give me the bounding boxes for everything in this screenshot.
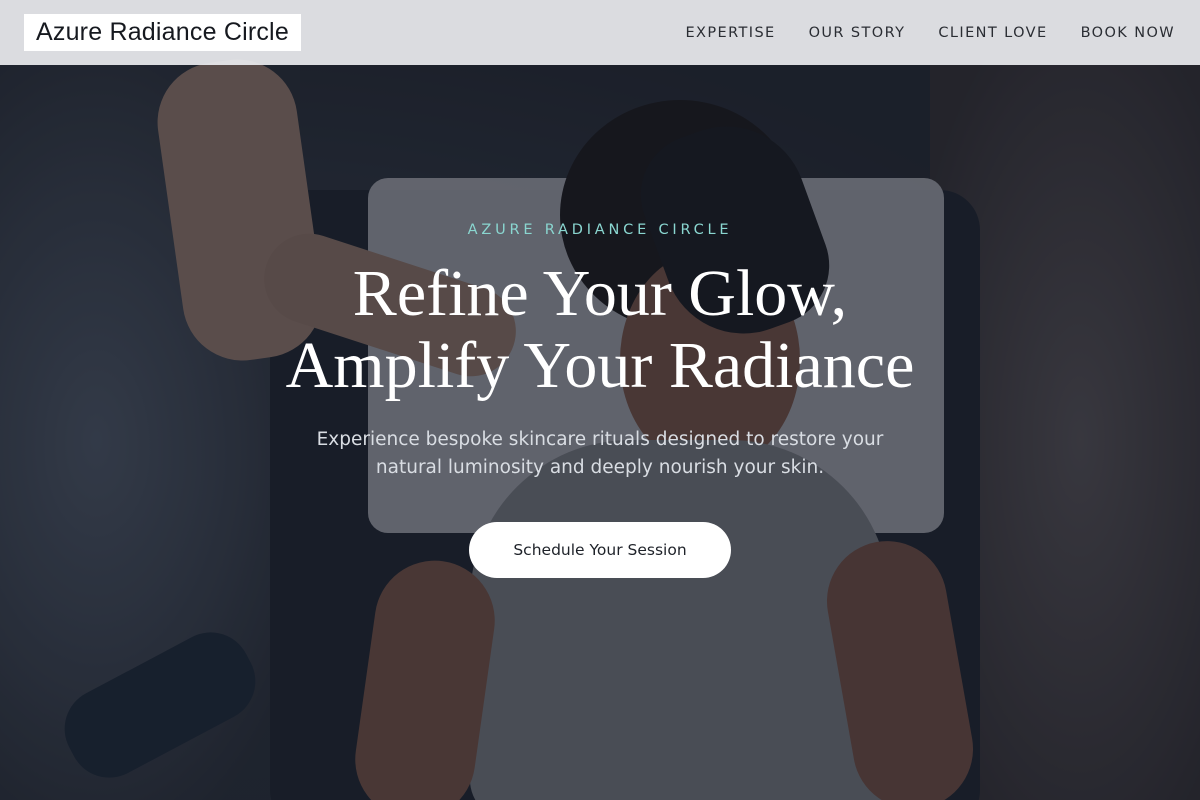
main-nav: EXPERTISE OUR STORY CLIENT LOVE BOOK NOW <box>685 25 1175 41</box>
subtext-line-1: Experience bespoke skincare rituals desi… <box>316 429 884 450</box>
nav-link-book-now[interactable]: BOOK NOW <box>1081 25 1175 41</box>
site-header: Azure Radiance Circle EXPERTISE OUR STOR… <box>0 0 1200 65</box>
nav-link-our-story[interactable]: OUR STORY <box>809 25 906 41</box>
headline-line-1: Refine Your Glow, <box>352 257 848 330</box>
headline-line-2: Amplify Your Radiance <box>285 329 915 402</box>
subtext-line-2: natural luminosity and deeply nourish yo… <box>375 457 825 478</box>
hero-eyebrow: AZURE RADIANCE CIRCLE <box>467 222 733 238</box>
schedule-session-button[interactable]: Schedule Your Session <box>469 522 731 578</box>
hero-section: AZURE RADIANCE CIRCLE Refine Your Glow, … <box>0 0 1200 800</box>
nav-link-expertise[interactable]: EXPERTISE <box>685 25 775 41</box>
nav-link-client-love[interactable]: CLIENT LOVE <box>938 25 1047 41</box>
hero-subtext: Experience bespoke skincare rituals desi… <box>300 426 900 482</box>
hero-headline: Refine Your Glow, Amplify Your Radiance <box>0 258 1200 402</box>
site-logo[interactable]: Azure Radiance Circle <box>24 14 301 51</box>
